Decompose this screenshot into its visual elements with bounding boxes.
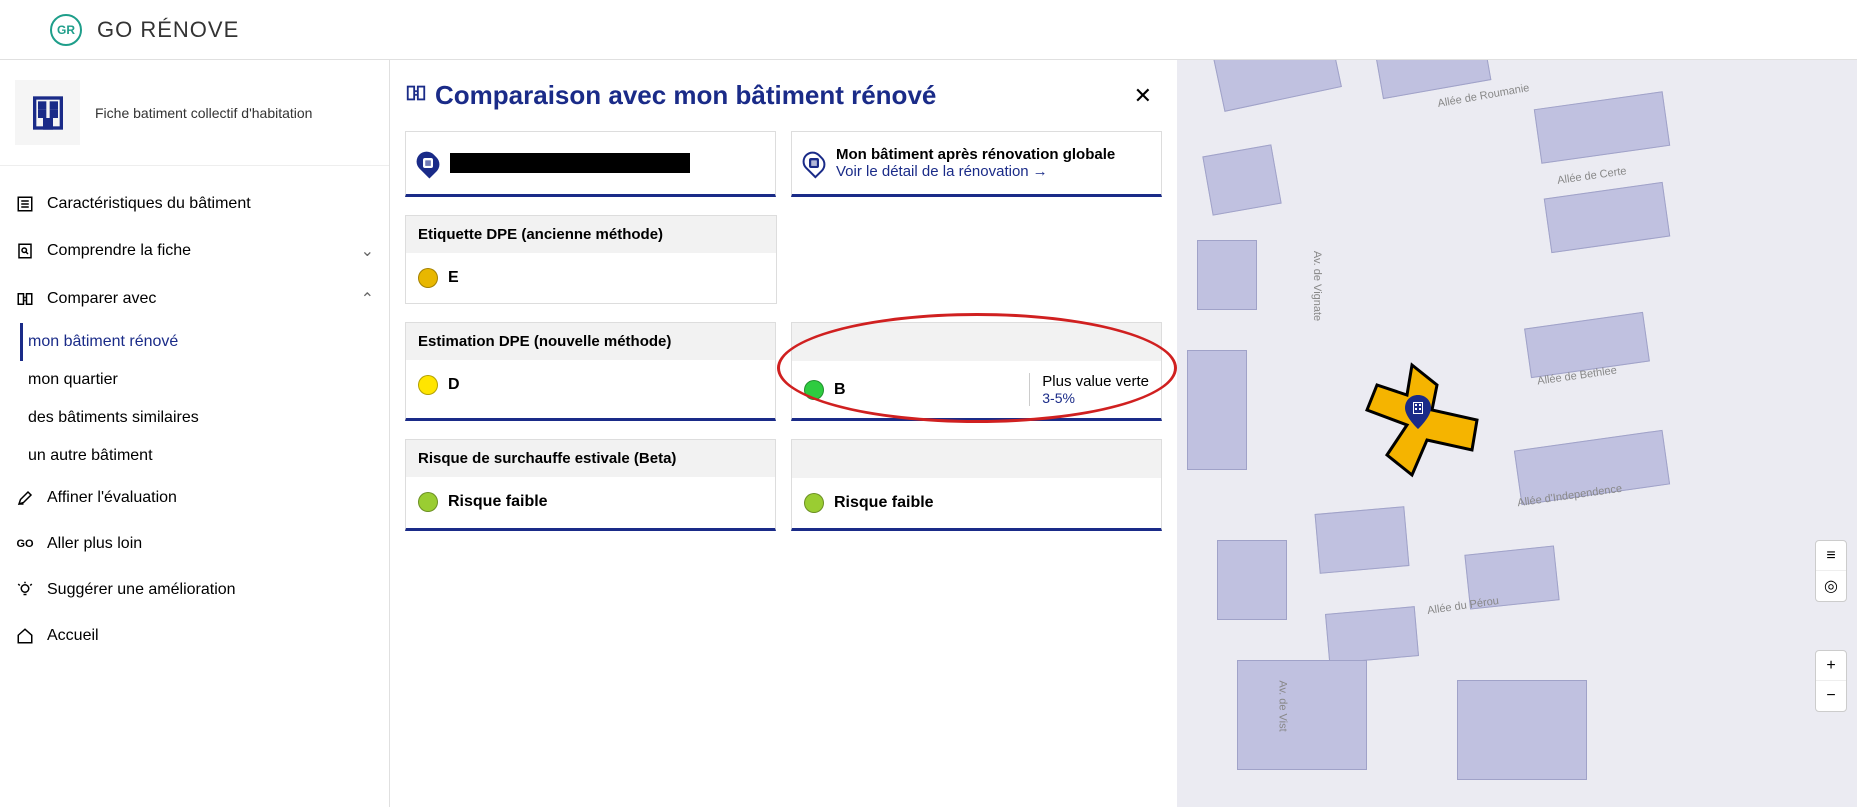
zoom-in-button[interactable]: + [1816,651,1846,681]
chevron-up-icon: ⌃ [361,289,374,309]
nav-label: Suggérer une amélioration [47,581,374,599]
risk-value: Risque faible [448,493,548,511]
section-header [792,440,1161,478]
section-header: Estimation DPE (nouvelle méthode) [406,323,775,360]
nav-label: Comprendre la fiche [47,242,361,260]
home-icon [15,627,35,645]
compare-icon [15,290,35,308]
list-icon [15,195,35,213]
nav-label: Affiner l'évaluation [47,489,374,507]
nav-label: Caractéristiques du bâtiment [47,195,374,213]
nav-home[interactable]: Accueil [0,613,389,659]
dpe-new-left: Estimation DPE (nouvelle méthode) D [405,322,776,421]
nav-refine[interactable]: Affiner l'évaluation [0,475,389,521]
search-doc-icon [15,242,35,260]
dpe-badge-icon [418,268,438,288]
sidebar-header: Fiche batiment collectif d'habitation [0,80,389,166]
pin-icon: ▦ [412,147,443,178]
pin-outline-icon: ▦ [798,147,829,178]
plus-value-percent: 3-5% [1042,390,1149,406]
nav-suggest[interactable]: Suggérer une amélioration [0,567,389,613]
go-icon: GO [15,538,35,550]
nav-label: Accueil [47,627,374,645]
dpe-value: E [448,269,459,287]
layers-icon: ≡ [1826,547,1835,565]
nav-go-further[interactable]: GO Aller plus loin [0,521,389,567]
map-layer-controls: ≡ ◎ [1815,540,1847,602]
plus-value-title: Plus value verte [1042,373,1149,390]
risk-value: Risque faible [834,494,934,512]
locate-icon: ◎ [1824,576,1838,596]
layers-button[interactable]: ≡ [1816,541,1846,571]
nav-label: Comparer avec [47,290,361,308]
street-label: Av. de Vignate [1311,251,1323,321]
sidebar: Fiche batiment collectif d'habitation Ca… [0,60,390,807]
close-button[interactable]: ✕ [1124,83,1162,109]
map-pin-icon [1405,395,1431,434]
street-label: Av. de Vist [1277,680,1289,731]
street-label: Allée de Certe [1557,165,1628,187]
section-header: Etiquette DPE (ancienne méthode) [406,216,776,253]
renovated-building-card: ▦ Mon bâtiment après rénovation globale … [791,131,1162,197]
dpe-badge-icon [418,375,438,395]
lightbulb-icon [15,581,35,599]
pencil-icon [15,489,35,507]
locate-button[interactable]: ◎ [1816,571,1846,601]
chevron-down-icon: ⌄ [361,241,374,261]
renovation-detail-link[interactable]: Voir le détail de la rénovation→ [836,163,1115,180]
sub-item-other[interactable]: un autre bâtiment [20,437,389,475]
zoom-out-button[interactable]: − [1816,681,1846,711]
nav-understand[interactable]: Comprendre la fiche ⌄ [0,227,389,275]
risk-badge-icon [418,492,438,512]
dpe-value: D [448,376,460,394]
nav-characteristics[interactable]: Caractéristiques du bâtiment [0,181,389,227]
page-title: Comparaison avec mon bâtiment rénové [405,80,936,111]
dpe-new-right: B Plus value verte 3-5% [791,322,1162,421]
overheat-left: Risque de surchauffe estivale (Beta) Ris… [405,439,776,531]
building-type-icon [15,80,80,145]
sub-item-renovated[interactable]: mon bâtiment rénové [20,323,389,361]
map-zoom-controls: + − [1815,650,1847,712]
sidebar-subtitle: Fiche batiment collectif d'habitation [95,105,312,121]
section-header [792,323,1161,361]
dpe-old-left: Etiquette DPE (ancienne méthode) E [405,215,777,304]
sub-item-quarter[interactable]: mon quartier [20,361,389,399]
logo-text: GO RÉNOVE [97,17,239,43]
dpe-badge-icon [804,380,824,400]
map-panel[interactable]: Allée de Roumanie Allée de Certe Av. de … [1177,60,1857,807]
nav-label: Aller plus loin [47,535,374,553]
sub-item-similar[interactable]: des bâtiments similaires [20,399,389,437]
redacted-address [450,153,690,173]
risk-badge-icon [804,493,824,513]
arrow-right-icon: → [1033,163,1048,180]
logo-icon: GR [50,14,82,46]
renovated-title: Mon bâtiment après rénovation globale [836,146,1115,163]
current-building-card: ▦ [405,131,776,197]
overheat-right: Risque faible [791,439,1162,531]
plus-value-box: Plus value verte 3-5% [1029,373,1149,406]
app-header: GR GO RÉNOVE [0,0,1857,60]
nav-compare[interactable]: Comparer avec ⌃ [0,275,389,323]
close-icon: ✕ [1134,83,1152,108]
compare-icon [405,80,427,111]
main-content: Comparaison avec mon bâtiment rénové ✕ ▦… [390,60,1177,807]
section-header: Risque de surchauffe estivale (Beta) [406,440,775,477]
plus-icon: + [1826,657,1835,675]
minus-icon: − [1826,687,1835,705]
street-label: Allée du Pérou [1427,595,1500,617]
dpe-value: B [834,381,846,399]
page-title-text: Comparaison avec mon bâtiment rénové [435,80,936,111]
